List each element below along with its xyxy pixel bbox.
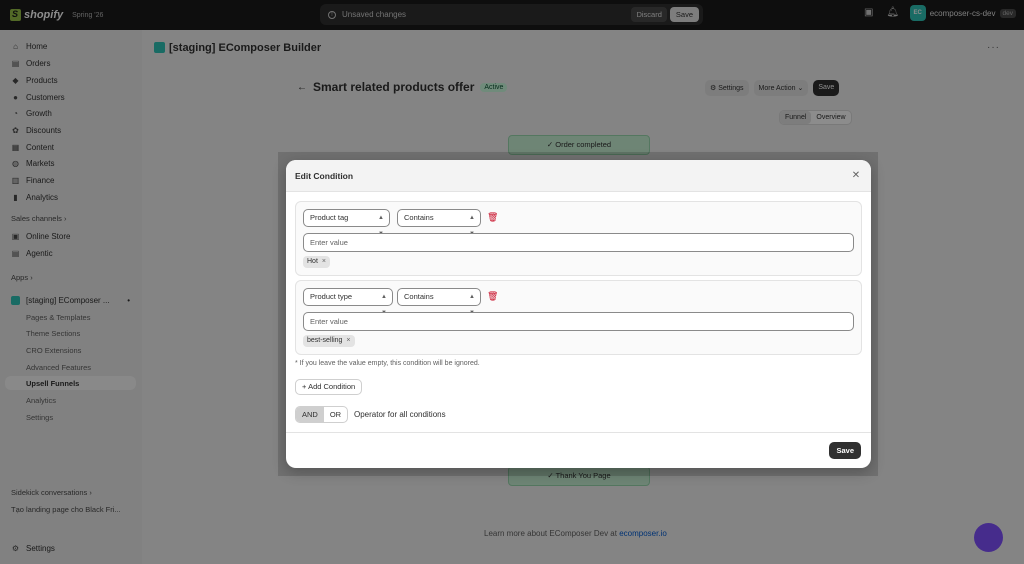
- value-tag: Hot ×: [303, 256, 330, 268]
- operator-select-value: Contains: [404, 213, 434, 222]
- operator-label: Operator for all conditions: [354, 410, 446, 419]
- condition-row: Product tag▲▼ Contains▲▼ 🗑︎ Enter value …: [295, 201, 862, 276]
- remove-tag-icon[interactable]: ×: [346, 335, 350, 347]
- add-condition-label: Add Condition: [308, 382, 356, 391]
- trash-icon[interactable]: 🗑︎: [487, 291, 498, 301]
- modal-title: Edit Condition: [295, 170, 354, 181]
- value-tag: best-selling ×: [303, 335, 355, 347]
- condition-row: Product type▲▼ Contains▲▼ 🗑︎ Enter value…: [295, 280, 862, 355]
- field-select-value: Product type: [310, 292, 353, 301]
- value-input[interactable]: Enter value: [303, 312, 854, 331]
- field-select-value: Product tag: [310, 213, 349, 222]
- field-select[interactable]: Product tag▲▼: [303, 209, 390, 237]
- remove-tag-icon[interactable]: ×: [322, 256, 326, 268]
- close-icon[interactable]: ✕: [850, 170, 862, 182]
- trash-icon[interactable]: 🗑︎: [487, 212, 498, 222]
- tag-label: best-selling: [307, 337, 343, 344]
- modal-footer: Save: [286, 432, 871, 468]
- edit-condition-modal: Edit Condition ✕ Product tag▲▼ Contains▲…: [286, 160, 871, 468]
- field-select[interactable]: Product type▲▼: [303, 288, 393, 316]
- empty-value-hint: * If you leave the value empty, this con…: [295, 360, 480, 367]
- tag-label: Hot: [307, 258, 318, 265]
- add-condition-button[interactable]: + Add Condition: [295, 379, 363, 395]
- modal-header: Edit Condition ✕: [286, 160, 871, 192]
- operator-and-button[interactable]: AND: [296, 407, 324, 422]
- modal-save-button[interactable]: Save: [829, 442, 861, 459]
- value-input[interactable]: Enter value: [303, 233, 854, 252]
- operator-toggle: AND OR: [295, 406, 349, 423]
- operator-or-button[interactable]: OR: [324, 407, 347, 422]
- operator-select-value: Contains: [404, 292, 434, 301]
- operator-select[interactable]: Contains▲▼: [397, 288, 481, 316]
- operator-select[interactable]: Contains▲▼: [397, 209, 481, 237]
